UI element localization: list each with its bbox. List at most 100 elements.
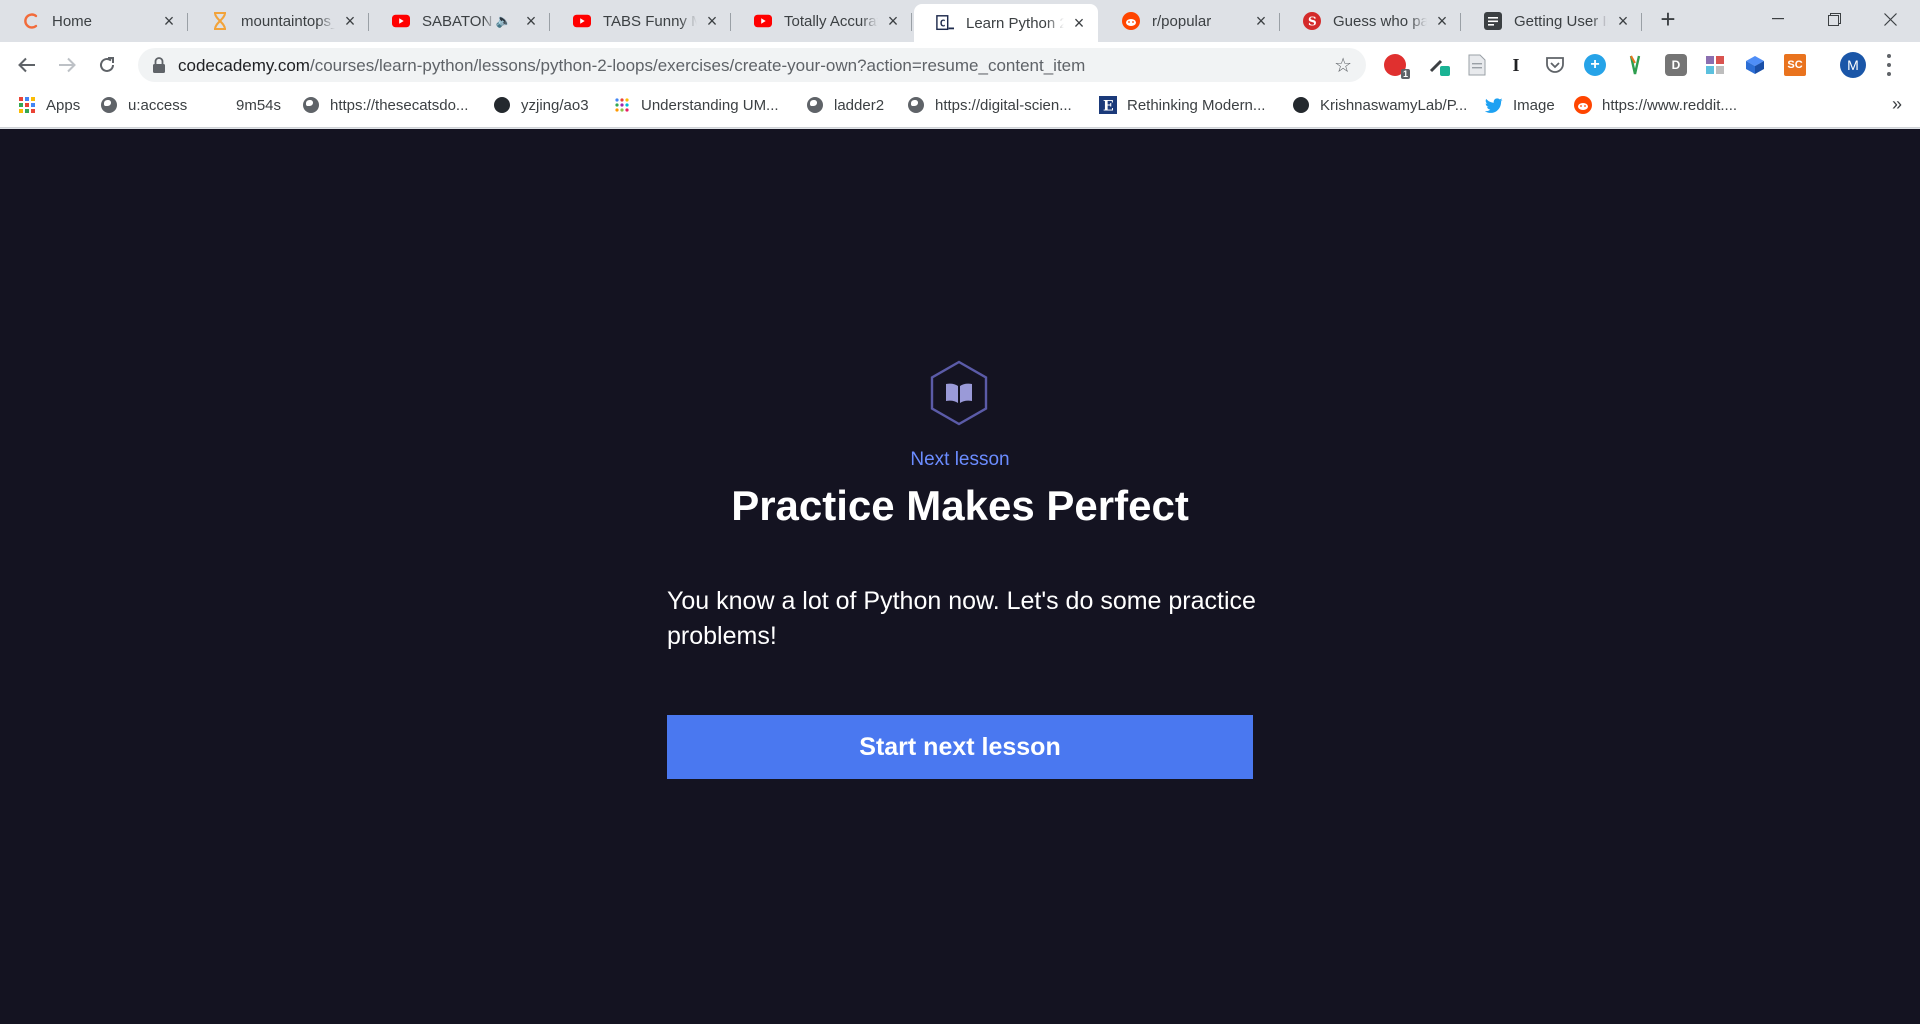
page-extension-icon[interactable] bbox=[1466, 54, 1488, 76]
bookmark-label: Image bbox=[1513, 96, 1555, 114]
grid-extension-icon[interactable] bbox=[1704, 54, 1726, 76]
forward-button[interactable] bbox=[52, 50, 82, 80]
bookmark-label: Rethinking Modern... bbox=[1127, 96, 1266, 114]
bookmark-label: KrishnaswamyLab/P... bbox=[1320, 96, 1468, 114]
close-icon[interactable]: × bbox=[1433, 12, 1451, 30]
window-close-button[interactable] bbox=[1862, 0, 1918, 38]
bookmark-label: u:access bbox=[128, 96, 188, 114]
tab-tabs-funny[interactable]: TABS Funny Mo × bbox=[551, 4, 731, 38]
extension-badge: 1 bbox=[1400, 69, 1410, 79]
tab-separator bbox=[1641, 13, 1642, 31]
tab-title: Home bbox=[52, 12, 93, 30]
cube-extension-icon[interactable] bbox=[1744, 54, 1766, 76]
lesson-description: You know a lot of Python now. Let's do s… bbox=[667, 587, 1256, 650]
svg-text:E: E bbox=[1103, 99, 1114, 115]
tab-getting-user-input[interactable]: Getting User In × bbox=[1462, 4, 1642, 38]
bookmark-yzjing-ao3[interactable]: yzjing/ao3 bbox=[493, 88, 589, 122]
codecademy-icon: C bbox=[936, 14, 954, 32]
instapaper-extension-icon[interactable]: I bbox=[1505, 54, 1527, 76]
sc-extension-icon[interactable]: SC bbox=[1784, 54, 1806, 76]
tab-reddit-popular[interactable]: r/popular × bbox=[1100, 4, 1280, 38]
minimize-button[interactable] bbox=[1750, 0, 1806, 38]
tab-guess-who-paid[interactable]: S Guess who paid × bbox=[1281, 4, 1461, 38]
tab-title: Learn Python 2 bbox=[966, 14, 1064, 32]
bookmarks-overflow-button[interactable]: » bbox=[1892, 94, 1902, 115]
bookmark-apps[interactable]: Apps bbox=[18, 88, 80, 122]
opera-extension-icon[interactable]: 1 bbox=[1384, 54, 1410, 79]
pocket-extension-icon[interactable] bbox=[1544, 54, 1566, 76]
bookmark-star-icon[interactable]: ☆ bbox=[1334, 53, 1352, 78]
bookmark-reddit[interactable]: https://www.reddit.... bbox=[1574, 88, 1737, 122]
close-icon[interactable]: × bbox=[522, 12, 540, 30]
youtube-icon bbox=[573, 12, 591, 30]
close-icon[interactable]: × bbox=[1614, 12, 1632, 30]
bookmark-understanding-um[interactable]: Understanding UM... bbox=[613, 88, 779, 122]
menu-kebab-icon[interactable] bbox=[1886, 54, 1892, 76]
bookmarks-bar: Apps u:access 9m54s https://thesecatsdo.… bbox=[0, 88, 1920, 128]
address-bar[interactable]: codecademy.com/courses/learn-python/less… bbox=[138, 48, 1366, 82]
tab-separator bbox=[1279, 13, 1280, 31]
back-button[interactable] bbox=[12, 50, 42, 80]
tab-title: SABATON bbox=[422, 12, 493, 30]
bookmark-label: https://www.reddit.... bbox=[1602, 96, 1738, 114]
apps-grid-icon bbox=[18, 96, 36, 114]
tab-title: Guess who paid bbox=[1333, 12, 1427, 30]
close-icon[interactable]: × bbox=[341, 12, 359, 30]
new-tab-button[interactable]: + bbox=[1654, 6, 1682, 34]
globe-icon bbox=[806, 96, 824, 114]
tab-separator bbox=[1460, 13, 1461, 31]
speaker-icon[interactable]: 🔈 bbox=[496, 13, 512, 29]
bookmark-thesecatsdo[interactable]: https://thesecatsdo... bbox=[302, 88, 468, 122]
tab-title: mountaintops_ bbox=[241, 12, 335, 30]
url-text[interactable]: codecademy.com/courses/learn-python/less… bbox=[178, 56, 1085, 76]
eyedropper-extension-icon[interactable] bbox=[1428, 54, 1450, 76]
next-lesson-label: Next lesson bbox=[910, 449, 1010, 470]
tab-separator bbox=[730, 13, 731, 31]
tab-totally-accurate[interactable]: Totally Accurate × bbox=[732, 4, 912, 38]
tab-separator bbox=[368, 13, 369, 31]
browser-toolbar: codecademy.com/courses/learn-python/less… bbox=[0, 42, 1920, 88]
tab-separator bbox=[187, 13, 188, 31]
youtube-icon bbox=[392, 12, 410, 30]
tab-title: TABS Funny Mo bbox=[603, 12, 697, 30]
bookmark-label: 9m54s bbox=[236, 96, 282, 114]
e-logo-icon: E bbox=[1099, 96, 1117, 114]
restore-button[interactable] bbox=[1806, 0, 1862, 38]
bookmark-rethinking-modern[interactable]: E Rethinking Modern... bbox=[1099, 88, 1265, 122]
d-extension-icon[interactable]: D bbox=[1665, 54, 1687, 76]
close-icon[interactable]: × bbox=[703, 12, 721, 30]
book-hexagon-icon bbox=[930, 360, 988, 426]
arrow-right-icon bbox=[59, 57, 76, 73]
pen-extension-icon[interactable] bbox=[1624, 54, 1646, 76]
bookmark-digital-scien[interactable]: https://digital-scien... bbox=[907, 88, 1072, 122]
github-icon bbox=[493, 96, 511, 114]
close-icon[interactable]: × bbox=[1252, 12, 1270, 30]
plus-extension-icon[interactable]: + bbox=[1584, 54, 1606, 76]
profile-avatar[interactable]: M bbox=[1840, 52, 1866, 78]
tab-mountaintops[interactable]: mountaintops_ × bbox=[189, 4, 369, 38]
globe-icon bbox=[907, 96, 925, 114]
reload-button[interactable] bbox=[92, 50, 122, 80]
github-icon bbox=[1292, 96, 1310, 114]
close-icon[interactable]: × bbox=[1070, 14, 1088, 32]
tab-title: Totally Accurate bbox=[784, 12, 878, 30]
arrow-left-icon bbox=[18, 57, 35, 73]
bookmark-krishnaswamylab[interactable]: KrishnaswamyLab/P... bbox=[1292, 88, 1467, 122]
url-path: /courses/learn-python/lessons/python-2-l… bbox=[309, 56, 1086, 75]
s-badge-icon: S bbox=[1303, 12, 1321, 30]
restore-icon bbox=[1827, 12, 1841, 26]
bookmark-image[interactable]: Image bbox=[1485, 88, 1555, 122]
codecademy-icon bbox=[22, 12, 40, 30]
tab-learn-python[interactable]: C Learn Python 2 × bbox=[914, 4, 1098, 42]
bookmark-uaccess[interactable]: u:access bbox=[100, 88, 187, 122]
close-icon[interactable]: × bbox=[884, 12, 902, 30]
tab-separator bbox=[549, 13, 550, 31]
twitter-icon bbox=[1485, 96, 1503, 114]
tab-home[interactable]: Home × bbox=[0, 4, 188, 38]
tab-sabaton[interactable]: SABATON 🔈 × bbox=[370, 4, 550, 38]
globe-icon bbox=[302, 96, 320, 114]
close-icon[interactable]: × bbox=[160, 12, 178, 30]
start-next-lesson-button[interactable]: Start next lesson bbox=[667, 715, 1253, 779]
bookmark-ladder2[interactable]: ladder2 bbox=[806, 88, 884, 122]
bookmark-9m54s[interactable]: 9m54s bbox=[208, 88, 281, 122]
